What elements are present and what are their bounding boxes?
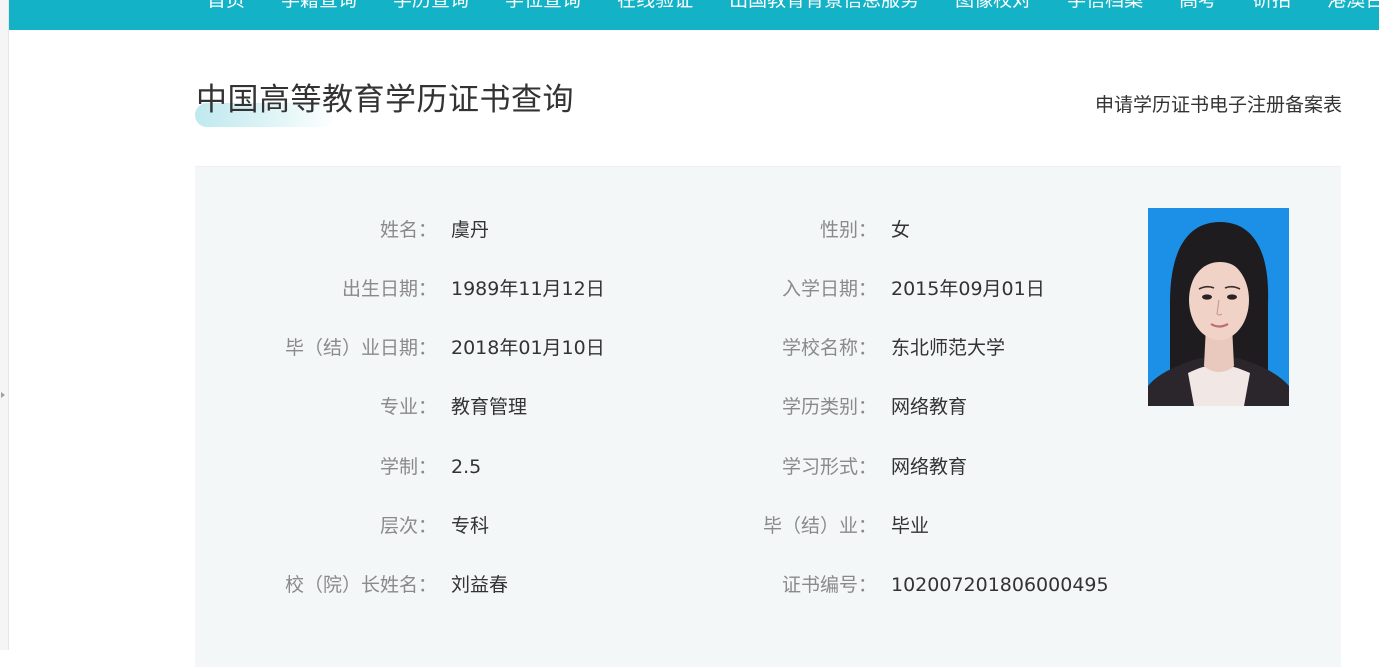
nav-item-diploma[interactable]: 学历查询: [393, 0, 469, 14]
top-navigation-bar: 首页 学籍查询 学历查询 学位查询 在线验证 出国教育背景信息服务 图像校对 学…: [9, 0, 1379, 30]
portrait-icon: [1148, 208, 1289, 406]
nav-item-home[interactable]: 首页: [207, 0, 245, 14]
field-school-name: 学校名称： 东北师范大学: [195, 333, 1005, 363]
expand-arrow-icon[interactable]: [1, 392, 5, 398]
field-graduation-status: 毕（结）业： 毕业: [195, 511, 929, 541]
field-value: 网络教育: [891, 456, 968, 478]
field-label: 性别：: [819, 219, 877, 241]
nav-item-archive[interactable]: 学信档案: [1067, 0, 1143, 14]
field-label: 学校名称：: [781, 337, 877, 359]
field-value: 102007201806000495: [891, 574, 1109, 596]
field-label: 学习形式：: [781, 456, 877, 478]
field-label: 证书编号：: [781, 574, 877, 596]
field-value: 女: [891, 219, 911, 241]
field-gender: 性别： 女: [195, 215, 910, 245]
field-certificate-number: 证书编号： 102007201806000495: [195, 570, 1109, 600]
field-value: 毕业: [891, 515, 930, 537]
nav-item-graduate[interactable]: 研招: [1253, 0, 1291, 14]
nav-item-verify[interactable]: 在线验证: [617, 0, 693, 14]
certificate-info-panel: 姓名： 虞丹 出生日期： 1989年11月12日 毕（结）业日期： 2018年0…: [195, 166, 1341, 667]
field-value: 2015年09月01日: [891, 278, 1045, 300]
field-label: 毕（结）业：: [762, 515, 877, 537]
nav-item-enrollment[interactable]: 学籍查询: [281, 0, 357, 14]
field-value: 东北师范大学: [891, 337, 1006, 359]
page-title: 中国高等教育学历证书查询: [196, 82, 574, 118]
field-value: 网络教育: [891, 396, 968, 418]
nav-item-degree[interactable]: 学位查询: [505, 0, 581, 14]
student-photo: [1148, 208, 1289, 406]
field-education-type: 学历类别： 网络教育: [195, 392, 967, 422]
nav-item-abroad[interactable]: 出国教育背景信息服务: [729, 0, 919, 14]
field-label: 学历类别：: [781, 396, 877, 418]
nav-items: 首页 学籍查询 学历查询 学位查询 在线验证 出国教育背景信息服务 图像校对 学…: [207, 0, 1379, 14]
left-edge-bar: [0, 0, 9, 650]
field-label: 入学日期：: [781, 278, 877, 300]
nav-item-gaokao[interactable]: 高考: [1179, 0, 1217, 14]
nav-item-image-check[interactable]: 图像校对: [955, 0, 1031, 14]
apply-registration-form-link[interactable]: 申请学历证书电子注册备案表: [1095, 90, 1342, 117]
field-enrollment-date: 入学日期： 2015年09月01日: [195, 274, 1045, 304]
nav-item-hmt[interactable]: 港澳台: [1327, 0, 1379, 14]
field-study-form: 学习形式： 网络教育: [195, 452, 967, 482]
